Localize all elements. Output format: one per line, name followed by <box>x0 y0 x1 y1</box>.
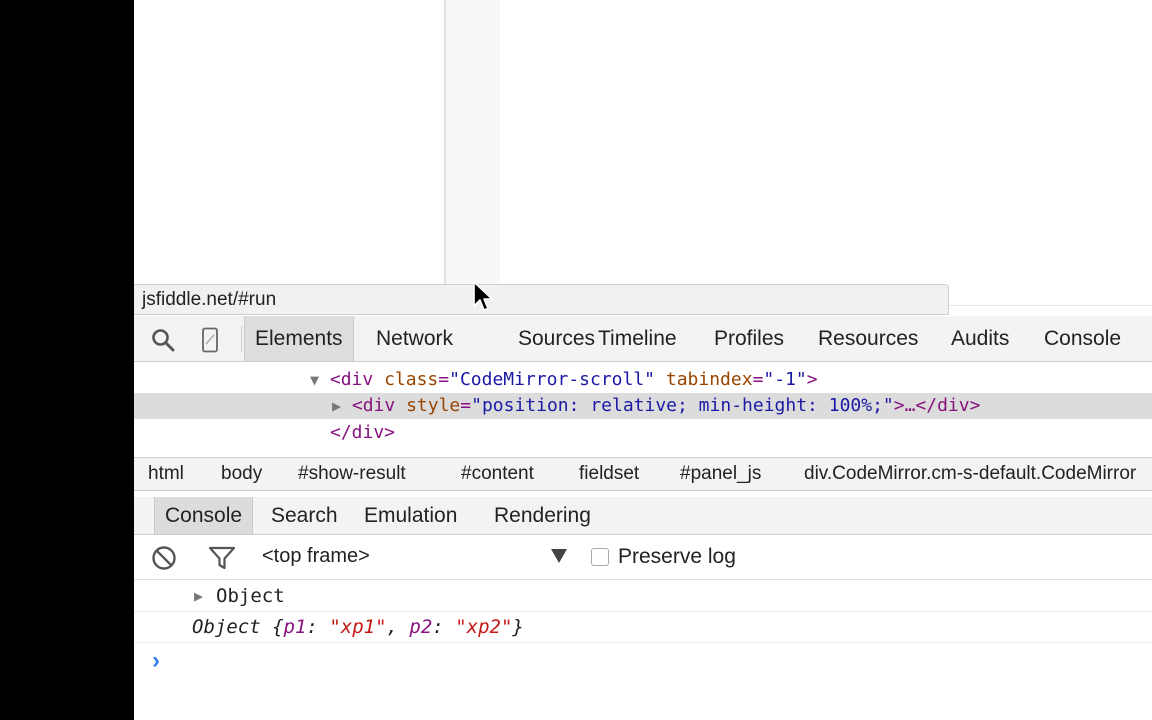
toolbar-separator <box>241 326 242 352</box>
attr-name: style <box>406 395 461 416</box>
devtools-tabbar: Elements Network Sources Timeline Profil… <box>134 316 1152 362</box>
attr-value: "position: relative; min-height: 100%;" <box>471 395 894 416</box>
dom-node-close[interactable]: </div> <box>330 420 395 446</box>
object-label[interactable]: Object <box>216 581 285 611</box>
attr-eq: = <box>752 369 764 390</box>
frame-selector[interactable]: <top frame> <box>262 535 370 579</box>
status-bar-url: jsfiddle.net/#run <box>134 284 949 315</box>
attr-name: class <box>384 369 439 390</box>
mouse-cursor-icon <box>473 281 493 311</box>
attr-name: tabindex <box>665 369 753 390</box>
browser-window: jsfiddle.net/#run Elements Network Sourc… <box>134 0 1152 720</box>
console-message[interactable]: Object {p1: "xp1", p2: "xp2"} <box>134 612 1152 643</box>
tab-resources[interactable]: Resources <box>818 316 918 361</box>
breadcrumb-item[interactable]: html <box>148 458 184 490</box>
tag-open: <div <box>351 395 396 416</box>
prop-name: p1 <box>283 616 307 638</box>
drawer-tabbar: Console Search Emulation Rendering <box>134 497 1152 535</box>
drawer-tab-search[interactable]: Search <box>271 497 338 534</box>
devtools-panel: Elements Network Sources Timeline Profil… <box>134 316 1152 720</box>
tab-audits[interactable]: Audits <box>951 316 1009 361</box>
device-mode-icon[interactable] <box>196 326 224 354</box>
search-icon[interactable] <box>149 326 177 354</box>
console-toolbar: <top frame> Preserve log <box>134 535 1152 580</box>
object-type: Object <box>192 616 273 638</box>
tab-network[interactable]: Network <box>376 316 453 361</box>
console-message[interactable]: ▶ Object <box>134 581 1152 612</box>
expand-triangle-icon[interactable]: ▶ <box>332 397 341 415</box>
tab-elements[interactable]: Elements <box>244 316 354 361</box>
attr-eq: = <box>460 395 472 416</box>
breadcrumb-item[interactable]: #show-result <box>298 458 406 490</box>
colon: : <box>432 616 456 638</box>
drawer-tab-rendering[interactable]: Rendering <box>494 497 591 534</box>
page-left-panel <box>134 0 444 285</box>
tag-close: </div> <box>330 422 396 443</box>
elements-tree: ▼ <div class="CodeMirror-scroll" tabinde… <box>134 362 1152 457</box>
expand-triangle-icon[interactable]: ▶ <box>194 587 203 605</box>
page-viewport <box>134 0 1152 310</box>
object-summary[interactable]: Object {p1: "xp1", p2: "xp2"} <box>192 612 524 642</box>
tab-sources[interactable]: Sources <box>518 316 595 361</box>
prompt-chevron-icon: › <box>152 647 160 674</box>
brace: { <box>272 616 284 638</box>
breadcrumb-item[interactable]: #panel_js <box>680 458 761 490</box>
chevron-down-icon[interactable] <box>551 549 567 563</box>
prop-value: "xp1" <box>329 616 387 638</box>
prop-value: "xp2" <box>455 616 513 638</box>
filter-icon[interactable] <box>208 544 236 572</box>
page-result-panel <box>500 0 1152 306</box>
tab-timeline[interactable]: Timeline <box>598 316 677 361</box>
brace: } <box>512 616 524 638</box>
breadcrumb-item[interactable]: fieldset <box>579 458 639 490</box>
console-prompt[interactable]: › <box>134 643 1152 683</box>
clear-console-icon[interactable] <box>150 544 178 572</box>
tag-open: <div <box>329 369 374 390</box>
breadcrumb: html body #show-result #content fieldset… <box>134 457 1152 491</box>
breadcrumb-item[interactable]: #content <box>461 458 534 490</box>
attr-eq: = <box>438 369 450 390</box>
breadcrumb-item[interactable]: body <box>221 458 262 490</box>
comma: , <box>386 616 410 638</box>
breadcrumb-item[interactable]: div.CodeMirror.cm-s-default.CodeMirror <box>804 458 1136 490</box>
attr-value: "CodeMirror-scroll" <box>449 369 656 390</box>
tab-profiles[interactable]: Profiles <box>714 316 784 361</box>
dom-node-selected[interactable]: ▶ <div style="position: relative; min-he… <box>134 393 1152 419</box>
dom-node-codemirror-scroll[interactable]: ▼ <div class="CodeMirror-scroll" tabinde… <box>310 367 818 393</box>
drawer-tab-emulation[interactable]: Emulation <box>364 497 457 534</box>
attr-value: "-1" <box>763 369 807 390</box>
tag-close: >…</div> <box>893 395 981 416</box>
collapse-triangle-icon[interactable]: ▼ <box>310 371 319 389</box>
tag-close: > <box>806 369 818 390</box>
preserve-log-checkbox[interactable] <box>591 548 609 566</box>
prop-name: p2 <box>409 616 433 638</box>
drawer-tab-console[interactable]: Console <box>154 497 254 534</box>
colon: : <box>306 616 330 638</box>
page-column-divider[interactable] <box>444 0 500 285</box>
tab-console[interactable]: Console <box>1044 316 1121 361</box>
preserve-log-label: Preserve log <box>618 545 736 568</box>
